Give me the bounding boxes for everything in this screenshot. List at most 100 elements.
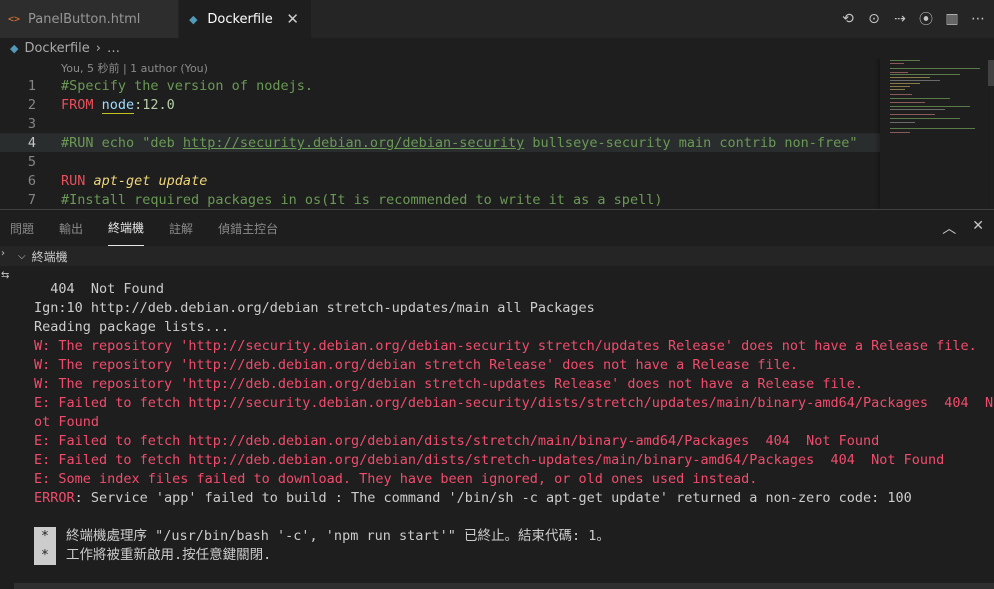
tab-debug-console[interactable]: 偵錯主控台 <box>218 210 278 246</box>
terminal-line: ERROR: Service 'app' failed to build : T… <box>34 489 984 508</box>
tab-dockerfile[interactable]: ◆ Dockerfile ✕ <box>179 0 312 38</box>
line-number: 4 <box>27 135 36 151</box>
code-text: #RUN echo "deb http://security.debian.or… <box>61 135 858 151</box>
code-line-active: 4 #RUN echo "deb http://security.debian.… <box>0 133 880 152</box>
line-number: 6 <box>27 172 36 189</box>
terminal-line: W: The repository 'http://deb.debian.org… <box>34 376 864 392</box>
image-tag: :12.0 <box>134 96 175 113</box>
timeline-icon[interactable]: ⦿ <box>918 9 934 29</box>
terminal-line: Ign:10 http://deb.debian.org/debian stre… <box>34 300 595 316</box>
code-line: 7 #Install required packages in os(It is… <box>0 190 880 209</box>
line-number: 3 <box>27 115 36 132</box>
next-change-icon[interactable]: ⇢ <box>892 11 908 27</box>
tab-label: Dockerfile <box>207 11 273 27</box>
code-line: 1 #Specify the version of nodejs. <box>0 76 880 95</box>
code-text: #Install required packages in os(It is r… <box>61 191 663 208</box>
close-panel-icon[interactable]: ✕ <box>972 218 984 238</box>
editor-actions: ⟲ ⊙ ⇢ ⦿ ▥ ⋯ <box>840 0 994 38</box>
docker-icon: ◆ <box>189 12 198 26</box>
code-line: 2 FROM node:12.0 <box>0 95 880 114</box>
split-editor-icon[interactable]: ▥ <box>944 11 960 27</box>
docker-icon: ◆ <box>10 41 19 55</box>
line-number: 7 <box>27 191 36 208</box>
breadcrumb: ◆ Dockerfile › … <box>0 38 994 58</box>
keyword: FROM <box>61 96 94 113</box>
terminal-scrollbar[interactable] <box>14 583 994 589</box>
minimap-line <box>890 72 908 73</box>
breadcrumb-file[interactable]: Dockerfile <box>24 41 89 56</box>
line-number: 1 <box>27 77 36 94</box>
notice-text: 工作將被重新啟用.按任意鍵關閉. <box>66 547 272 563</box>
minimap-line <box>890 77 930 78</box>
terminal-title: 終端機 <box>31 249 68 264</box>
chevron-right-icon[interactable]: › <box>1 248 5 259</box>
minimap-line <box>890 122 915 123</box>
comment-suffix: bullseye-security main contrib non-free" <box>524 135 858 151</box>
terminal-line: E: Failed to fetch http://deb.debian.org… <box>34 433 880 449</box>
terminal-line: ot Found <box>34 414 100 430</box>
minimap[interactable] <box>880 58 988 209</box>
minimap-line <box>890 98 950 99</box>
maximize-panel-icon[interactable]: ︿ <box>942 218 956 238</box>
tab-terminal[interactable]: 終端機 <box>108 210 145 246</box>
terminal-line: Reading package lists... <box>34 319 230 335</box>
code-text: RUN apt-get update <box>61 173 207 189</box>
tab-comments[interactable]: 註解 <box>169 210 193 246</box>
minimap-line <box>890 109 945 110</box>
chevron-down-icon: ⌵ <box>18 250 26 262</box>
minimap-line <box>890 128 975 129</box>
minimap-line <box>890 102 925 103</box>
terminal-line: E: Failed to fetch http://deb.debian.org… <box>34 452 945 468</box>
minimap-line <box>890 89 905 90</box>
minimap-line <box>890 74 960 75</box>
notice-marker: * <box>34 546 56 565</box>
code-editor[interactable]: You, 5 秒前 | 1 author (You) 1 #Specify th… <box>0 58 994 209</box>
line-number: 2 <box>27 96 36 113</box>
minimap-line <box>890 118 960 119</box>
tab-problems[interactable]: 問題 <box>10 210 34 246</box>
terminal-line: 404 Not Found <box>34 281 165 297</box>
notice-marker: * <box>34 527 56 546</box>
terminal-side-gutter: › ⇆ <box>0 246 14 589</box>
command: apt-get update <box>93 172 208 189</box>
panel-tabs: 問題 輸出 終端機 註解 偵錯主控台 <box>0 210 994 246</box>
line-number: 5 <box>27 153 36 170</box>
error-prefix: ERROR <box>34 490 75 506</box>
code-line: 6 RUN apt-get update <box>0 171 880 190</box>
keyword: RUN <box>61 172 86 189</box>
editor-scrollbar[interactable] <box>988 60 994 86</box>
error-message: : Service 'app' failed to build : The co… <box>74 490 912 506</box>
html-file-icon: <> <box>7 13 21 25</box>
chevron-right-icon: › <box>95 40 101 56</box>
notice-text: 終端機處理序 "/usr/bin/bash '-c', 'npm run sta… <box>66 528 610 544</box>
git-blame-annotation[interactable]: You, 5 秒前 | 1 author (You) <box>61 60 208 76</box>
open-changes-icon[interactable]: ⟲ <box>840 11 856 27</box>
minimap-line <box>890 60 920 61</box>
minimap-line <box>890 68 980 69</box>
code-text: #Specify the version of nodejs. <box>61 77 313 94</box>
code-line: 5 <box>0 152 880 171</box>
close-icon[interactable]: ✕ <box>152 10 168 28</box>
more-actions-icon[interactable]: ⋯ <box>970 11 986 27</box>
terminal-line: W: The repository 'http://security.debia… <box>34 338 977 354</box>
minimap-line <box>890 132 910 133</box>
code-line: 3 <box>0 114 880 133</box>
tab-output[interactable]: 輸出 <box>59 210 83 246</box>
minimap-line <box>890 114 935 115</box>
terminal-output[interactable]: 404 Not Found Ign:10 http://deb.debian.or… <box>34 280 994 565</box>
terminal-section-header[interactable]: ⌵ 終端機 <box>0 246 994 266</box>
image-name: node <box>101 96 135 114</box>
split-terminal-icon[interactable]: ⇆ <box>1 270 9 281</box>
previous-change-icon[interactable]: ⊙ <box>866 11 882 27</box>
code-text: FROM node:12.0 <box>61 96 175 114</box>
close-icon[interactable]: ✕ <box>285 10 301 28</box>
terminal-line: E: Some index files failed to download. … <box>34 471 758 487</box>
terminal-line: W: The repository 'http://deb.debian.org… <box>34 357 799 373</box>
code-link[interactable]: http://security.debian.org/debian-securi… <box>183 135 524 151</box>
breadcrumb-more[interactable]: … <box>107 41 120 56</box>
tab-panelbutton-html[interactable]: <> PanelButton.html ✕ <box>0 0 180 38</box>
terminal-line: E: Failed to fetch http://security.debia… <box>34 395 994 411</box>
bottom-panel: 問題 輸出 終端機 註解 偵錯主控台 ︿ ✕ ⌵ 終端機 › ⇆ 404 Not… <box>0 209 994 589</box>
minimap-line <box>890 80 940 81</box>
